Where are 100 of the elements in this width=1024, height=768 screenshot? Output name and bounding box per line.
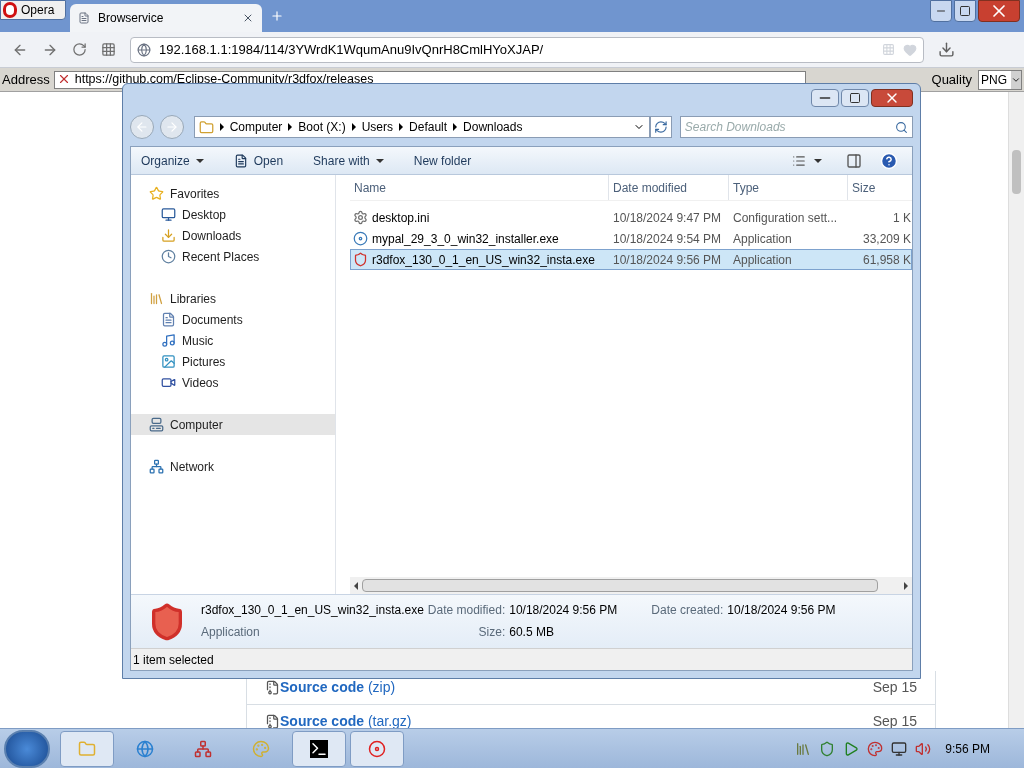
maximize-icon[interactable] <box>954 0 976 22</box>
details-value: 60.5 MB <box>509 624 555 641</box>
nav-item[interactable]: Network <box>131 456 335 477</box>
opera-menu-button[interactable]: Opera <box>0 0 66 20</box>
spinner-icon[interactable] <box>1011 70 1021 89</box>
status-text: 1 item selected <box>133 651 214 669</box>
nav-item[interactable]: Favorites <box>131 183 335 204</box>
star-icon <box>149 186 164 201</box>
separator-icon <box>399 123 404 131</box>
file-size: 1 K <box>892 209 911 227</box>
grid-icon <box>882 43 895 56</box>
nav-item[interactable]: Desktop <box>131 204 335 225</box>
file-row[interactable]: desktop.ini 10/18/2024 9:47 PM Configuration sett... 1 K <box>350 207 912 228</box>
preview-pane-icon[interactable] <box>846 152 862 169</box>
download-icon[interactable] <box>938 41 955 58</box>
asset-link[interactable]: Source code (tar.gz) <box>280 711 873 732</box>
maximize-icon[interactable] <box>841 89 869 107</box>
search-icon <box>895 120 908 134</box>
view-icon[interactable] <box>792 153 806 168</box>
details-file-type: Application <box>201 624 261 641</box>
nav-item[interactable]: Downloads <box>131 225 335 246</box>
nav-item[interactable]: Pictures <box>131 351 335 372</box>
forward-icon[interactable] <box>159 115 184 139</box>
nav-item[interactable]: Computer <box>131 414 335 435</box>
new-tab-icon[interactable] <box>270 9 284 23</box>
minimize-icon[interactable] <box>930 0 952 22</box>
taskbar-button[interactable] <box>292 730 346 767</box>
tray-icon[interactable] <box>867 740 884 757</box>
documents-icon <box>161 312 176 327</box>
network-icon[interactable] <box>891 740 908 757</box>
nav-item[interactable]: Libraries <box>131 288 335 309</box>
details-value: 10/18/2024 9:56 PM <box>727 602 836 619</box>
toolbar-button[interactable]: Open <box>233 151 284 170</box>
nav-item[interactable]: Documents <box>131 309 335 330</box>
music-icon <box>161 333 176 348</box>
desktop-icon <box>161 207 176 222</box>
separator-icon <box>219 123 224 131</box>
file-type: Configuration sett... <box>732 209 839 227</box>
open-icon <box>233 153 248 168</box>
caret-icon <box>195 158 204 163</box>
column-header[interactable]: Type <box>728 175 847 200</box>
toolbar-button[interactable]: Share with <box>313 151 384 170</box>
separator-icon <box>351 123 356 131</box>
details-file-name: r3dfox_130_0_1_en_US_win32_insta.exe <box>201 602 424 619</box>
file-type: Application <box>732 251 793 269</box>
reload-icon[interactable] <box>72 42 87 57</box>
pictures-icon <box>161 354 176 369</box>
toolbar-button[interactable]: New folder <box>413 151 472 170</box>
close-tab-icon[interactable] <box>242 12 254 24</box>
details-value: 10/18/2024 9:56 PM <box>509 602 618 619</box>
start-button[interactable] <box>4 729 50 768</box>
file-date: 10/18/2024 9:56 PM <box>612 251 723 269</box>
column-header[interactable]: Date modified <box>608 175 728 200</box>
console-icon <box>310 739 328 758</box>
file-row[interactable]: mypal_29_3_0_win32_installer.exe 10/18/2024 9:54 PM Application 33,209 K <box>350 228 912 249</box>
minimize-icon[interactable] <box>811 89 839 107</box>
nav-item[interactable]: Videos <box>131 372 335 393</box>
caret-icon[interactable] <box>814 158 822 163</box>
nav-item[interactable]: Recent Places <box>131 246 335 267</box>
quality-label: Quality <box>931 70 972 89</box>
url-field[interactable]: 192.168.1.1:1984/114/3YWrdK1WqumAnu9IvQnrH8CmlHYoXJAP/ <box>130 36 924 63</box>
address-label: Address <box>2 70 50 89</box>
breadcrumb-item[interactable]: Boot (X:) <box>298 118 346 136</box>
volume-icon[interactable] <box>915 740 932 757</box>
help-icon[interactable] <box>880 151 898 170</box>
close-icon[interactable] <box>978 0 1020 22</box>
column-header[interactable]: Name <box>350 178 608 197</box>
breadcrumb-item[interactable]: Downloads <box>463 118 523 136</box>
settings-icon <box>353 210 368 225</box>
archive-icon <box>265 680 280 695</box>
breadcrumb-bar[interactable]: Computer Boot (X:) Users Default Downloads <box>193 116 650 138</box>
play-icon[interactable] <box>843 740 860 757</box>
asset-link[interactable]: Source code (zip) <box>280 677 873 698</box>
breadcrumb-item[interactable]: Default <box>409 118 448 136</box>
breadcrumb-item[interactable]: Users <box>361 118 394 136</box>
separator-icon <box>453 123 458 131</box>
toolbar-button[interactable]: Organize <box>141 151 204 170</box>
horizontal-scrollbar[interactable] <box>350 577 912 594</box>
file-name: mypal_29_3_0_win32_installer.exe <box>372 230 559 248</box>
close-icon[interactable] <box>871 89 913 107</box>
speed-dial-icon[interactable] <box>101 42 116 57</box>
page-icon <box>78 12 90 24</box>
archive-icon <box>265 714 280 729</box>
file-type: Application <box>732 230 793 248</box>
file-row[interactable]: r3dfox_130_0_1_en_US_win32_insta.exe 10/18/2024 9:56 PM Application 61,958 K <box>350 249 912 270</box>
column-header[interactable]: Size <box>847 175 912 200</box>
breadcrumb-item[interactable]: Computer <box>229 118 283 136</box>
tray-icon[interactable] <box>795 740 812 757</box>
details-label: Date created: <box>651 602 724 619</box>
file-name: desktop.ini <box>372 209 430 227</box>
nav-item[interactable]: Music <box>131 330 335 351</box>
network-icon <box>194 739 212 758</box>
browser-tab[interactable]: Browservice <box>70 4 262 32</box>
clock[interactable]: 9:56 PM <box>945 739 990 758</box>
back-icon[interactable] <box>130 115 154 139</box>
library-icon <box>149 291 164 306</box>
quality-select[interactable]: PNG <box>978 69 1022 90</box>
refresh-icon[interactable] <box>650 116 672 138</box>
scrollbar[interactable] <box>1008 92 1024 728</box>
security-icon[interactable] <box>819 740 836 757</box>
